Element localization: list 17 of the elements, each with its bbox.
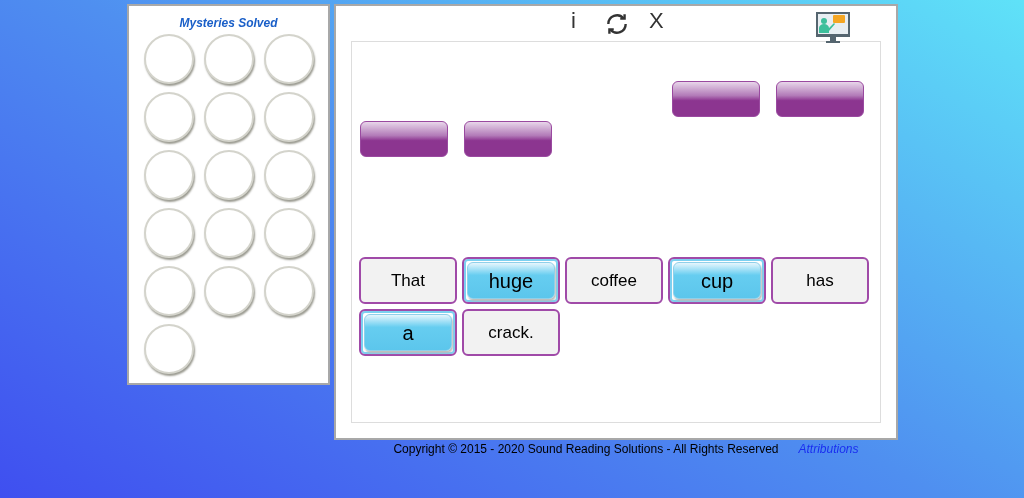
answer-slot[interactable] (776, 81, 864, 117)
sidebar-title: Mysteries Solved (179, 15, 278, 32)
word-tile[interactable]: coffee (565, 257, 663, 304)
word-tile[interactable]: a (359, 309, 457, 356)
close-button[interactable]: X (649, 10, 664, 32)
word-tile[interactable]: has (771, 257, 869, 304)
info-button[interactable]: i (571, 10, 576, 32)
teacher-presentation-icon[interactable] (816, 12, 850, 46)
word-tile[interactable]: crack. (462, 309, 560, 356)
answer-slot[interactable] (464, 121, 552, 157)
refresh-icon[interactable] (604, 11, 630, 37)
answer-slot[interactable] (360, 121, 448, 157)
word-tile[interactable]: That (359, 257, 457, 304)
word-tile[interactable]: cup (668, 257, 766, 304)
copyright-text: Copyright © 2015 - 2020 Sound Reading Solutions - All Rights Reserved (393, 441, 779, 458)
word-tile[interactable]: huge (462, 257, 560, 304)
answer-slot[interactable] (672, 81, 760, 117)
